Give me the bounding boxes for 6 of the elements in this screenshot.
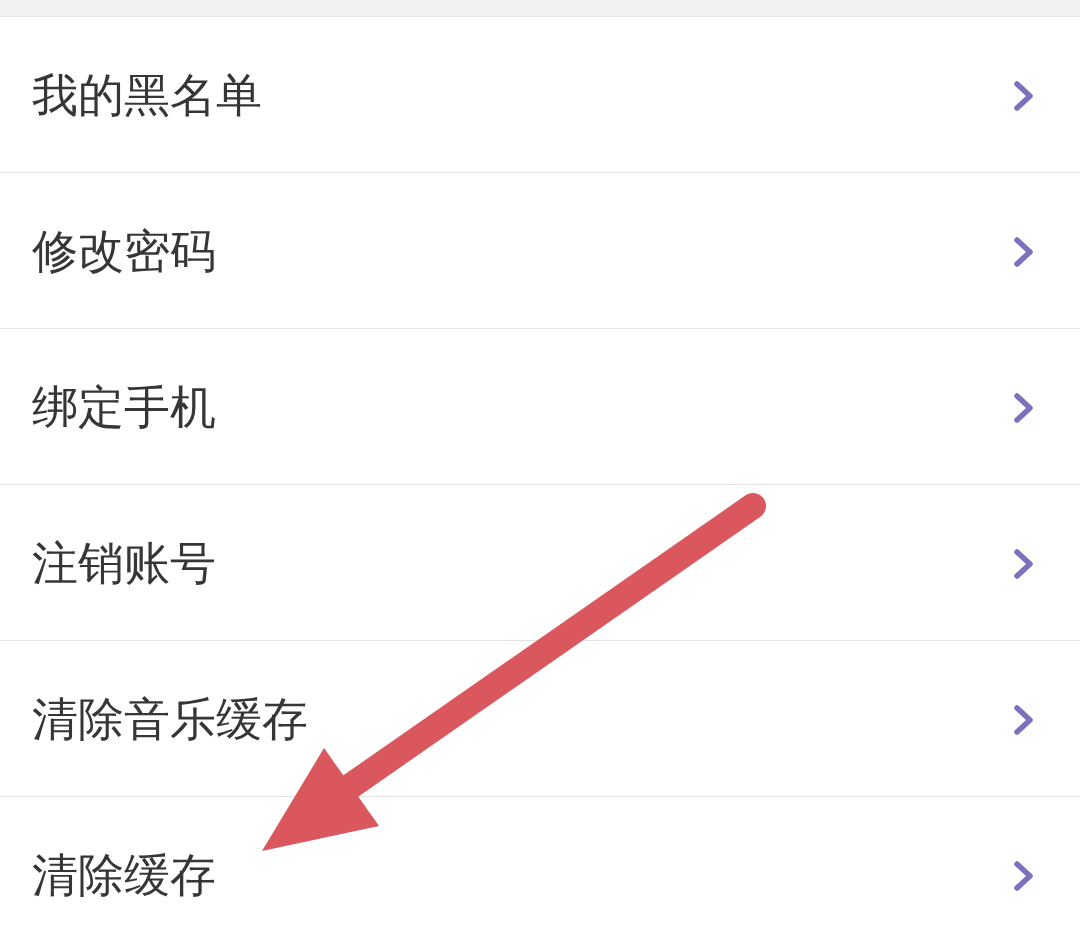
chevron-right-icon	[1014, 392, 1034, 423]
chevron-right-icon	[1014, 80, 1034, 111]
chevron-right-icon	[1014, 860, 1034, 891]
chevron-right-icon	[1014, 236, 1034, 267]
chevron-right-icon	[1014, 704, 1034, 735]
chevron-right-icon	[1014, 548, 1034, 579]
